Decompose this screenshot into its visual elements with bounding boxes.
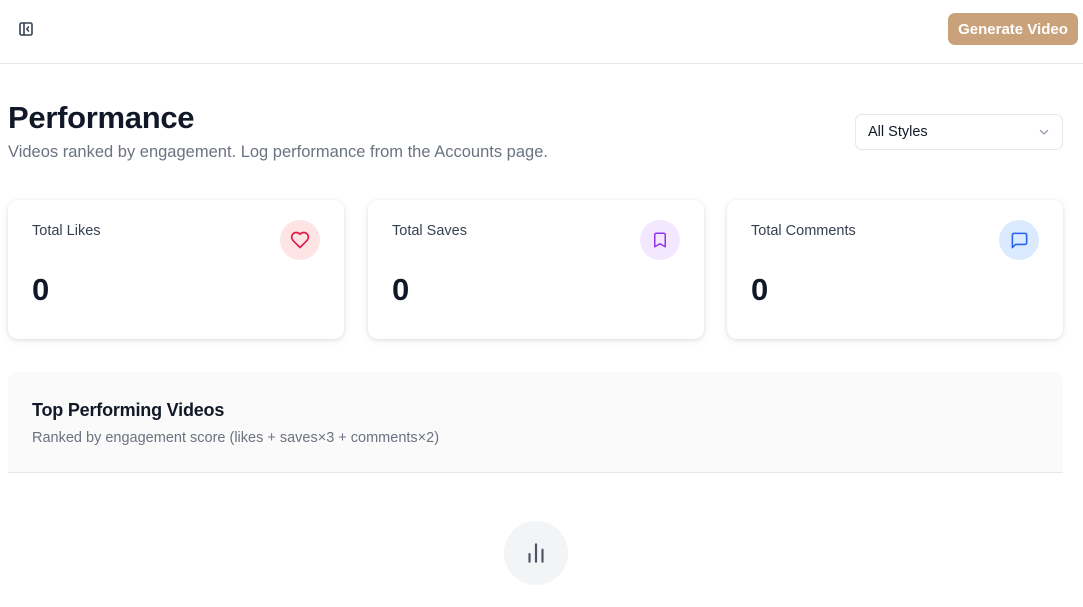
stat-card-likes: Total Likes 0 <box>8 200 344 339</box>
bookmark-icon <box>640 220 680 260</box>
stat-value: 0 <box>32 272 50 307</box>
stat-label: Total Likes <box>32 223 101 239</box>
stat-value: 0 <box>751 272 769 307</box>
top-videos-header: Top Performing Videos Ranked by engageme… <box>8 372 1063 473</box>
top-bar: Generate Video <box>0 0 1083 64</box>
generate-video-button[interactable]: Generate Video <box>948 13 1078 45</box>
stat-value: 0 <box>392 272 410 307</box>
stat-card-comments: Total Comments 0 <box>727 200 1063 339</box>
style-filter-value: All Styles <box>868 124 928 140</box>
message-square-icon <box>999 220 1039 260</box>
section-title: Top Performing Videos <box>32 400 225 420</box>
panel-left-close-icon[interactable] <box>14 17 38 41</box>
stat-label: Total Comments <box>751 223 856 239</box>
page-subtitle: Videos ranked by engagement. Log perform… <box>8 143 548 161</box>
stat-label: Total Saves <box>392 223 467 239</box>
heart-icon <box>280 220 320 260</box>
bar-chart-icon <box>504 521 568 585</box>
style-filter-select[interactable]: All Styles <box>855 114 1063 150</box>
section-subtitle: Ranked by engagement score (likes + save… <box>32 430 440 446</box>
stat-card-saves: Total Saves 0 <box>368 200 704 339</box>
chevron-down-icon <box>1038 126 1050 138</box>
page-title: Performance <box>8 100 195 135</box>
